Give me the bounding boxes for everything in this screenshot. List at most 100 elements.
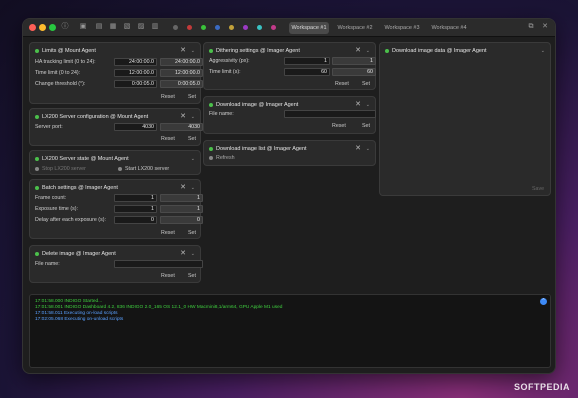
delay-input[interactable]: 0 (114, 216, 157, 224)
log-line: 17:02:05.068 Executing on-unload scripts (35, 317, 124, 322)
status-dot-4[interactable] (215, 25, 220, 30)
new-window-icon[interactable]: ⧉ (527, 23, 535, 31)
batch-settings-panel: Batch settings @ Imager Agent ✕ ⌄ Frame … (29, 179, 203, 239)
field-label: Aggressivity (px): (209, 58, 250, 64)
reset-button[interactable]: Reset (161, 229, 175, 237)
reset-button[interactable]: Reset (161, 93, 175, 101)
ha-limit-input[interactable]: 24:00:00.0 (114, 58, 157, 66)
chevron-down-icon[interactable]: ⌄ (191, 47, 195, 55)
set-button[interactable]: Set (188, 135, 196, 143)
refresh-label: Refresh (216, 155, 235, 161)
panel-title: LX200 Server state @ Mount Agent (42, 156, 129, 162)
set-button[interactable]: Set (362, 80, 370, 88)
image-icon[interactable]: ▧ (123, 23, 131, 31)
tab-workspace-4[interactable]: Workspace #4 (428, 22, 470, 34)
start-server-radio[interactable]: Start LX200 server (118, 165, 169, 173)
chevron-down-icon[interactable]: ⌄ (191, 113, 195, 121)
download-image-panel: Download image @ Imager Agent ✕ ⌄ File n… (203, 96, 376, 134)
field-label: Frame count: (35, 195, 67, 201)
set-button[interactable]: Set (188, 93, 196, 101)
connected-status-icon (35, 49, 39, 53)
minimize-window-button[interactable] (39, 24, 46, 31)
aggressivity-input[interactable]: 1 (284, 57, 330, 65)
status-dot-7[interactable] (257, 25, 262, 30)
panel-title: Download image data @ Imager Agent (392, 48, 487, 54)
log-panel: 17:01:58.000 INDIGO Started... 17:01:58.… (29, 294, 551, 368)
chevron-down-icon[interactable]: ⌄ (541, 47, 545, 55)
close-panel-icon[interactable]: ✕ (180, 184, 186, 192)
connected-status-icon (209, 147, 213, 151)
connected-status-icon (209, 103, 213, 107)
field-label: Time limit (s): (209, 69, 241, 75)
field-label: Exposure time (s): (35, 206, 78, 212)
radio-icon (118, 166, 122, 171)
panel-title: Download image list @ Imager Agent (216, 146, 307, 152)
tab-workspace-1[interactable]: Workspace #1 (289, 22, 329, 34)
chevron-down-icon[interactable]: ⌄ (366, 101, 370, 109)
lock-icon[interactable]: ▣ (79, 23, 87, 31)
chevron-down-icon[interactable]: ⌄ (191, 184, 195, 192)
layout-icon[interactable]: ▨ (137, 23, 145, 31)
panel-title: Batch settings @ Imager Agent (42, 185, 118, 191)
file-name-input[interactable] (114, 260, 203, 268)
reset-button[interactable]: Reset (332, 122, 346, 130)
grid-icon[interactable]: ▦ (109, 23, 117, 31)
tab-workspace-2[interactable]: Workspace #2 (334, 22, 376, 34)
connected-status-icon (35, 186, 39, 190)
server-port-input[interactable]: 4030 (114, 123, 157, 131)
tab-workspace-3[interactable]: Workspace #3 (381, 22, 423, 34)
aggressivity-current: 1 (332, 57, 376, 65)
field-label: Server port: (35, 124, 63, 130)
close-panel-icon[interactable]: ✕ (180, 113, 186, 121)
connected-status-icon (35, 115, 39, 119)
stop-server-radio[interactable]: Stop LX200 server (35, 165, 86, 173)
status-dot-5[interactable] (229, 25, 234, 30)
status-dot-8[interactable] (271, 25, 276, 30)
radio-icon (209, 155, 213, 160)
panel-icon[interactable]: ▤ (95, 23, 103, 31)
exposure-time-input[interactable]: 1 (114, 205, 157, 213)
panel-title: Delete image @ Imager Agent (42, 251, 116, 257)
refresh-button[interactable]: Refresh (209, 154, 235, 162)
reset-button[interactable]: Reset (161, 272, 175, 280)
scroll-to-bottom-icon[interactable]: ⌃ (540, 298, 547, 305)
status-dot-6[interactable] (243, 25, 248, 30)
chevron-down-icon[interactable]: ⌄ (191, 250, 195, 258)
exposure-time-current: 1 (160, 205, 203, 213)
save-button[interactable]: Save (532, 185, 544, 193)
delay-current: 0 (160, 216, 203, 224)
reset-button[interactable]: Reset (335, 80, 349, 88)
close-panel-icon[interactable]: ✕ (180, 47, 186, 55)
tools-icon[interactable]: ▥ (151, 23, 159, 31)
close-panel-icon[interactable]: ✕ (180, 250, 186, 258)
close-panel-icon[interactable]: ✕ (355, 101, 361, 109)
set-button[interactable]: Set (362, 122, 370, 130)
status-dot-3[interactable] (201, 25, 206, 30)
field-label: File name: (35, 261, 60, 267)
reset-button[interactable]: Reset (161, 135, 175, 143)
chevron-down-icon[interactable]: ⌄ (366, 145, 370, 153)
status-dot-2[interactable] (187, 25, 192, 30)
set-button[interactable]: Set (188, 229, 196, 237)
tools-wrench-icon[interactable]: ✕ (541, 23, 549, 31)
info-icon[interactable]: ⓘ (61, 23, 69, 31)
status-dot-1[interactable] (173, 25, 178, 30)
zoom-window-button[interactable] (49, 24, 56, 31)
chevron-down-icon[interactable]: ⌄ (191, 155, 195, 163)
server-port-current: 4030 (160, 123, 203, 131)
frame-count-input[interactable]: 1 (114, 194, 157, 202)
dither-time-limit-input[interactable]: 60 (284, 68, 330, 76)
dither-time-limit-current: 60 (332, 68, 376, 76)
close-panel-icon[interactable]: ✕ (355, 145, 361, 153)
change-threshold-input[interactable]: 0:00:05.0 (114, 80, 157, 88)
set-button[interactable]: Set (188, 272, 196, 280)
frame-count-current: 1 (160, 194, 203, 202)
close-panel-icon[interactable]: ✕ (355, 47, 361, 55)
start-server-label: Start LX200 server (125, 166, 170, 172)
file-name-input[interactable] (284, 110, 376, 118)
time-limit-input[interactable]: 12:00:00.0 (114, 69, 157, 77)
chevron-down-icon[interactable]: ⌄ (366, 47, 370, 55)
panel-title: LX200 Server configuration @ Mount Agent (42, 114, 149, 120)
close-window-button[interactable] (29, 24, 36, 31)
app-window: ⓘ ▣ ▤ ▦ ▧ ▨ ▥ Workspace #1 Workspace #2 … (22, 18, 556, 374)
